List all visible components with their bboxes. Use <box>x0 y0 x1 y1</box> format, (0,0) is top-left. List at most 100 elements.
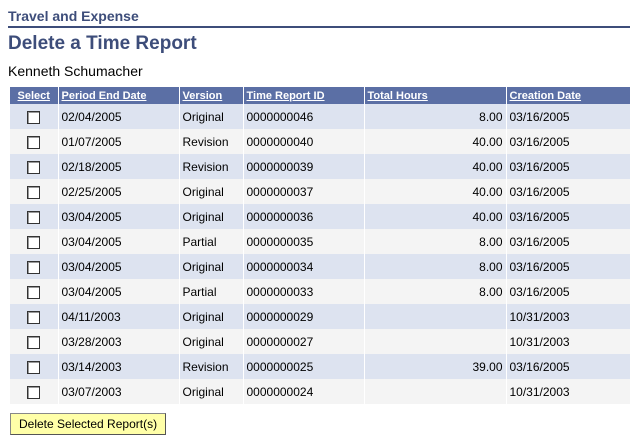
table-row: 02/25/2005 Original 0000000037 40.00 03/16/2… <box>10 179 630 204</box>
select-checkbox[interactable] <box>27 135 41 149</box>
creation-date-cell: 03/16/2005 <box>505 179 630 204</box>
time-report-id-cell: 0000000034 <box>242 254 364 279</box>
time-report-id-cell: 0000000027 <box>242 329 364 354</box>
table-row: 02/04/2005 Original 0000000046 8.00 03/16/20… <box>10 104 630 129</box>
table-row: 03/14/2003 Revision 0000000025 39.00 03/16/2… <box>10 354 630 379</box>
title-divider <box>8 26 630 28</box>
column-header-total-hours[interactable]: Total Hours <box>363 87 506 104</box>
version-cell: Original <box>178 304 243 329</box>
version-cell: Original <box>178 104 243 129</box>
period-end-date-cell: 03/04/2005 <box>57 229 179 254</box>
table-row: 03/07/2003 Original 0000000024 10/31/2003 <box>10 379 630 404</box>
creation-date-cell: 03/16/2005 <box>505 254 630 279</box>
select-cell <box>10 354 58 379</box>
select-checkbox[interactable] <box>27 210 41 224</box>
creation-date-cell: 03/16/2005 <box>505 354 630 379</box>
period-end-date-cell: 03/14/2003 <box>57 354 179 379</box>
creation-date-cell: 10/31/2003 <box>505 304 630 329</box>
creation-date-cell: 10/31/2003 <box>505 329 630 354</box>
select-cell <box>10 254 58 279</box>
time-report-id-cell: 0000000029 <box>242 304 364 329</box>
period-end-date-cell: 03/04/2005 <box>57 279 179 304</box>
period-end-date-cell: 03/07/2003 <box>57 379 179 404</box>
table-row: 02/18/2005 Revision 0000000039 40.00 03/16/2… <box>10 154 630 179</box>
select-cell <box>10 379 58 404</box>
total-hours-cell <box>363 329 506 354</box>
total-hours-cell: 8.00 <box>363 279 506 304</box>
table-row: 04/11/2003 Original 0000000029 10/31/2003 <box>10 304 630 329</box>
total-hours-cell: 40.00 <box>363 204 506 229</box>
select-cell <box>10 204 58 229</box>
select-checkbox[interactable] <box>27 185 41 199</box>
period-end-date-cell: 01/07/2005 <box>57 129 179 154</box>
table-row: 03/28/2003 Original 0000000027 10/31/2003 <box>10 329 630 354</box>
version-cell: Original <box>178 254 243 279</box>
select-cell <box>10 304 58 329</box>
table-header-row: Select Period End Date Version Time Repo… <box>10 87 630 104</box>
creation-date-cell: 10/31/2003 <box>505 379 630 404</box>
section-title: Travel and Expense <box>8 8 139 24</box>
column-header-creation-date[interactable]: Creation Date <box>505 87 630 104</box>
select-cell <box>10 329 58 354</box>
select-cell <box>10 179 58 204</box>
delete-selected-reports-button[interactable]: Delete Selected Report(s) <box>10 413 167 435</box>
creation-date-cell: 03/16/2005 <box>505 104 630 129</box>
select-checkbox[interactable] <box>27 260 41 274</box>
total-hours-cell <box>363 304 506 329</box>
column-header-select[interactable]: Select <box>10 87 58 104</box>
version-cell: Partial <box>178 229 243 254</box>
total-hours-cell <box>363 379 506 404</box>
creation-date-cell: 03/16/2005 <box>505 129 630 154</box>
total-hours-cell: 39.00 <box>363 354 506 379</box>
period-end-date-cell: 03/28/2003 <box>57 329 179 354</box>
select-cell <box>10 279 58 304</box>
table-row: 01/07/2005 Revision 0000000040 40.00 03/16/2… <box>10 129 630 154</box>
select-checkbox[interactable] <box>27 235 41 249</box>
select-checkbox[interactable] <box>27 360 41 374</box>
time-report-id-cell: 0000000033 <box>242 279 364 304</box>
time-reports-table: Select Period End Date Version Time Repo… <box>10 87 630 404</box>
version-cell: Revision <box>178 354 243 379</box>
version-cell: Original <box>178 379 243 404</box>
time-report-id-cell: 0000000036 <box>242 204 364 229</box>
period-end-date-cell: 03/04/2005 <box>57 204 179 229</box>
time-report-id-cell: 0000000025 <box>242 354 364 379</box>
select-checkbox[interactable] <box>27 160 41 174</box>
table-row: 03/04/2005 Original 0000000034 8.00 03/16/20… <box>10 254 630 279</box>
creation-date-cell: 03/16/2005 <box>505 229 630 254</box>
time-report-id-cell: 0000000035 <box>242 229 364 254</box>
time-report-id-cell: 0000000039 <box>242 154 364 179</box>
version-cell: Original <box>178 179 243 204</box>
select-cell <box>10 129 58 154</box>
version-cell: Original <box>178 204 243 229</box>
period-end-date-cell: 02/25/2005 <box>57 179 179 204</box>
period-end-date-cell: 03/04/2005 <box>57 254 179 279</box>
select-checkbox[interactable] <box>27 310 41 324</box>
select-checkbox[interactable] <box>27 335 41 349</box>
page-title: Delete a Time Report <box>8 33 197 54</box>
select-cell <box>10 154 58 179</box>
select-checkbox[interactable] <box>27 285 41 299</box>
time-report-id-cell: 0000000046 <box>242 104 364 129</box>
total-hours-cell: 8.00 <box>363 104 506 129</box>
period-end-date-cell: 02/04/2005 <box>57 104 179 129</box>
creation-date-cell: 03/16/2005 <box>505 154 630 179</box>
table-row: 03/04/2005 Partial 0000000033 8.00 03/16/200… <box>10 279 630 304</box>
version-cell: Revision <box>178 154 243 179</box>
total-hours-cell: 8.00 <box>363 229 506 254</box>
version-cell: Revision <box>178 129 243 154</box>
creation-date-cell: 03/16/2005 <box>505 204 630 229</box>
select-checkbox[interactable] <box>27 110 41 124</box>
column-header-period-end-date[interactable]: Period End Date <box>57 87 179 104</box>
select-cell <box>10 104 58 129</box>
total-hours-cell: 40.00 <box>363 179 506 204</box>
column-header-time-report-id[interactable]: Time Report ID <box>242 87 364 104</box>
select-checkbox[interactable] <box>27 385 41 399</box>
column-header-version[interactable]: Version <box>178 87 243 104</box>
select-cell <box>10 229 58 254</box>
version-cell: Partial <box>178 279 243 304</box>
employee-name: Kenneth Schumacher <box>8 63 143 79</box>
time-report-id-cell: 0000000040 <box>242 129 364 154</box>
time-report-id-cell: 0000000024 <box>242 379 364 404</box>
table-row: 03/04/2005 Partial 0000000035 8.00 03/16/200… <box>10 229 630 254</box>
